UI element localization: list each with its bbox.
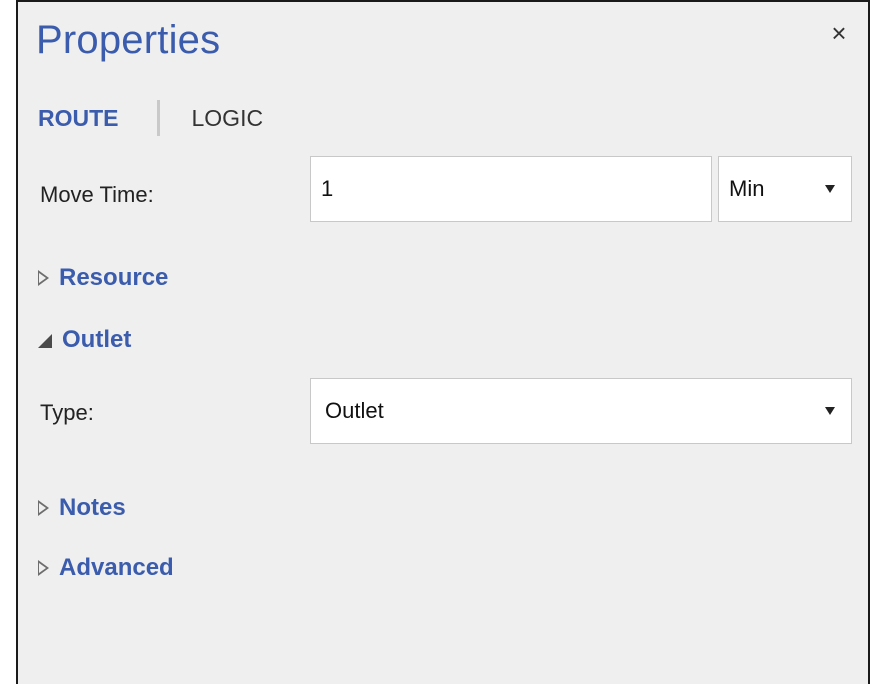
- move-time-unit-value: Min: [729, 176, 765, 201]
- section-notes[interactable]: Notes: [38, 494, 126, 522]
- chevron-down-icon: [825, 407, 835, 415]
- tab-logic[interactable]: LOGIC: [192, 105, 264, 132]
- expand-arrow-icon: [38, 270, 49, 286]
- properties-panel: Properties × ROUTE LOGIC Move Time: 1 Mi…: [16, 0, 870, 684]
- section-resource-label: Resource: [59, 264, 169, 291]
- type-select[interactable]: Outlet: [310, 378, 852, 444]
- move-time-unit-select[interactable]: Min: [718, 156, 852, 222]
- panel-title: Properties: [36, 18, 221, 62]
- tab-divider: [156, 100, 160, 136]
- tab-route[interactable]: ROUTE: [38, 105, 119, 132]
- move-time-input[interactable]: 1: [310, 156, 712, 222]
- chevron-down-icon: [825, 185, 835, 193]
- type-select-value: Outlet: [325, 398, 384, 423]
- type-label: Type:: [40, 400, 94, 425]
- section-advanced-label: Advanced: [59, 554, 174, 581]
- section-advanced[interactable]: Advanced: [38, 554, 174, 582]
- section-outlet-label: Outlet: [62, 326, 132, 353]
- section-notes-label: Notes: [59, 494, 126, 521]
- expand-arrow-icon: [38, 500, 49, 516]
- tab-bar: ROUTE LOGIC: [38, 100, 263, 136]
- section-resource[interactable]: Resource: [38, 264, 168, 292]
- move-time-label: Move Time:: [40, 182, 154, 207]
- close-icon[interactable]: ×: [826, 20, 852, 46]
- expand-arrow-icon: [38, 560, 49, 576]
- collapse-arrow-icon: [38, 334, 52, 348]
- section-outlet[interactable]: Outlet: [38, 326, 131, 354]
- move-time-value: 1: [321, 176, 334, 201]
